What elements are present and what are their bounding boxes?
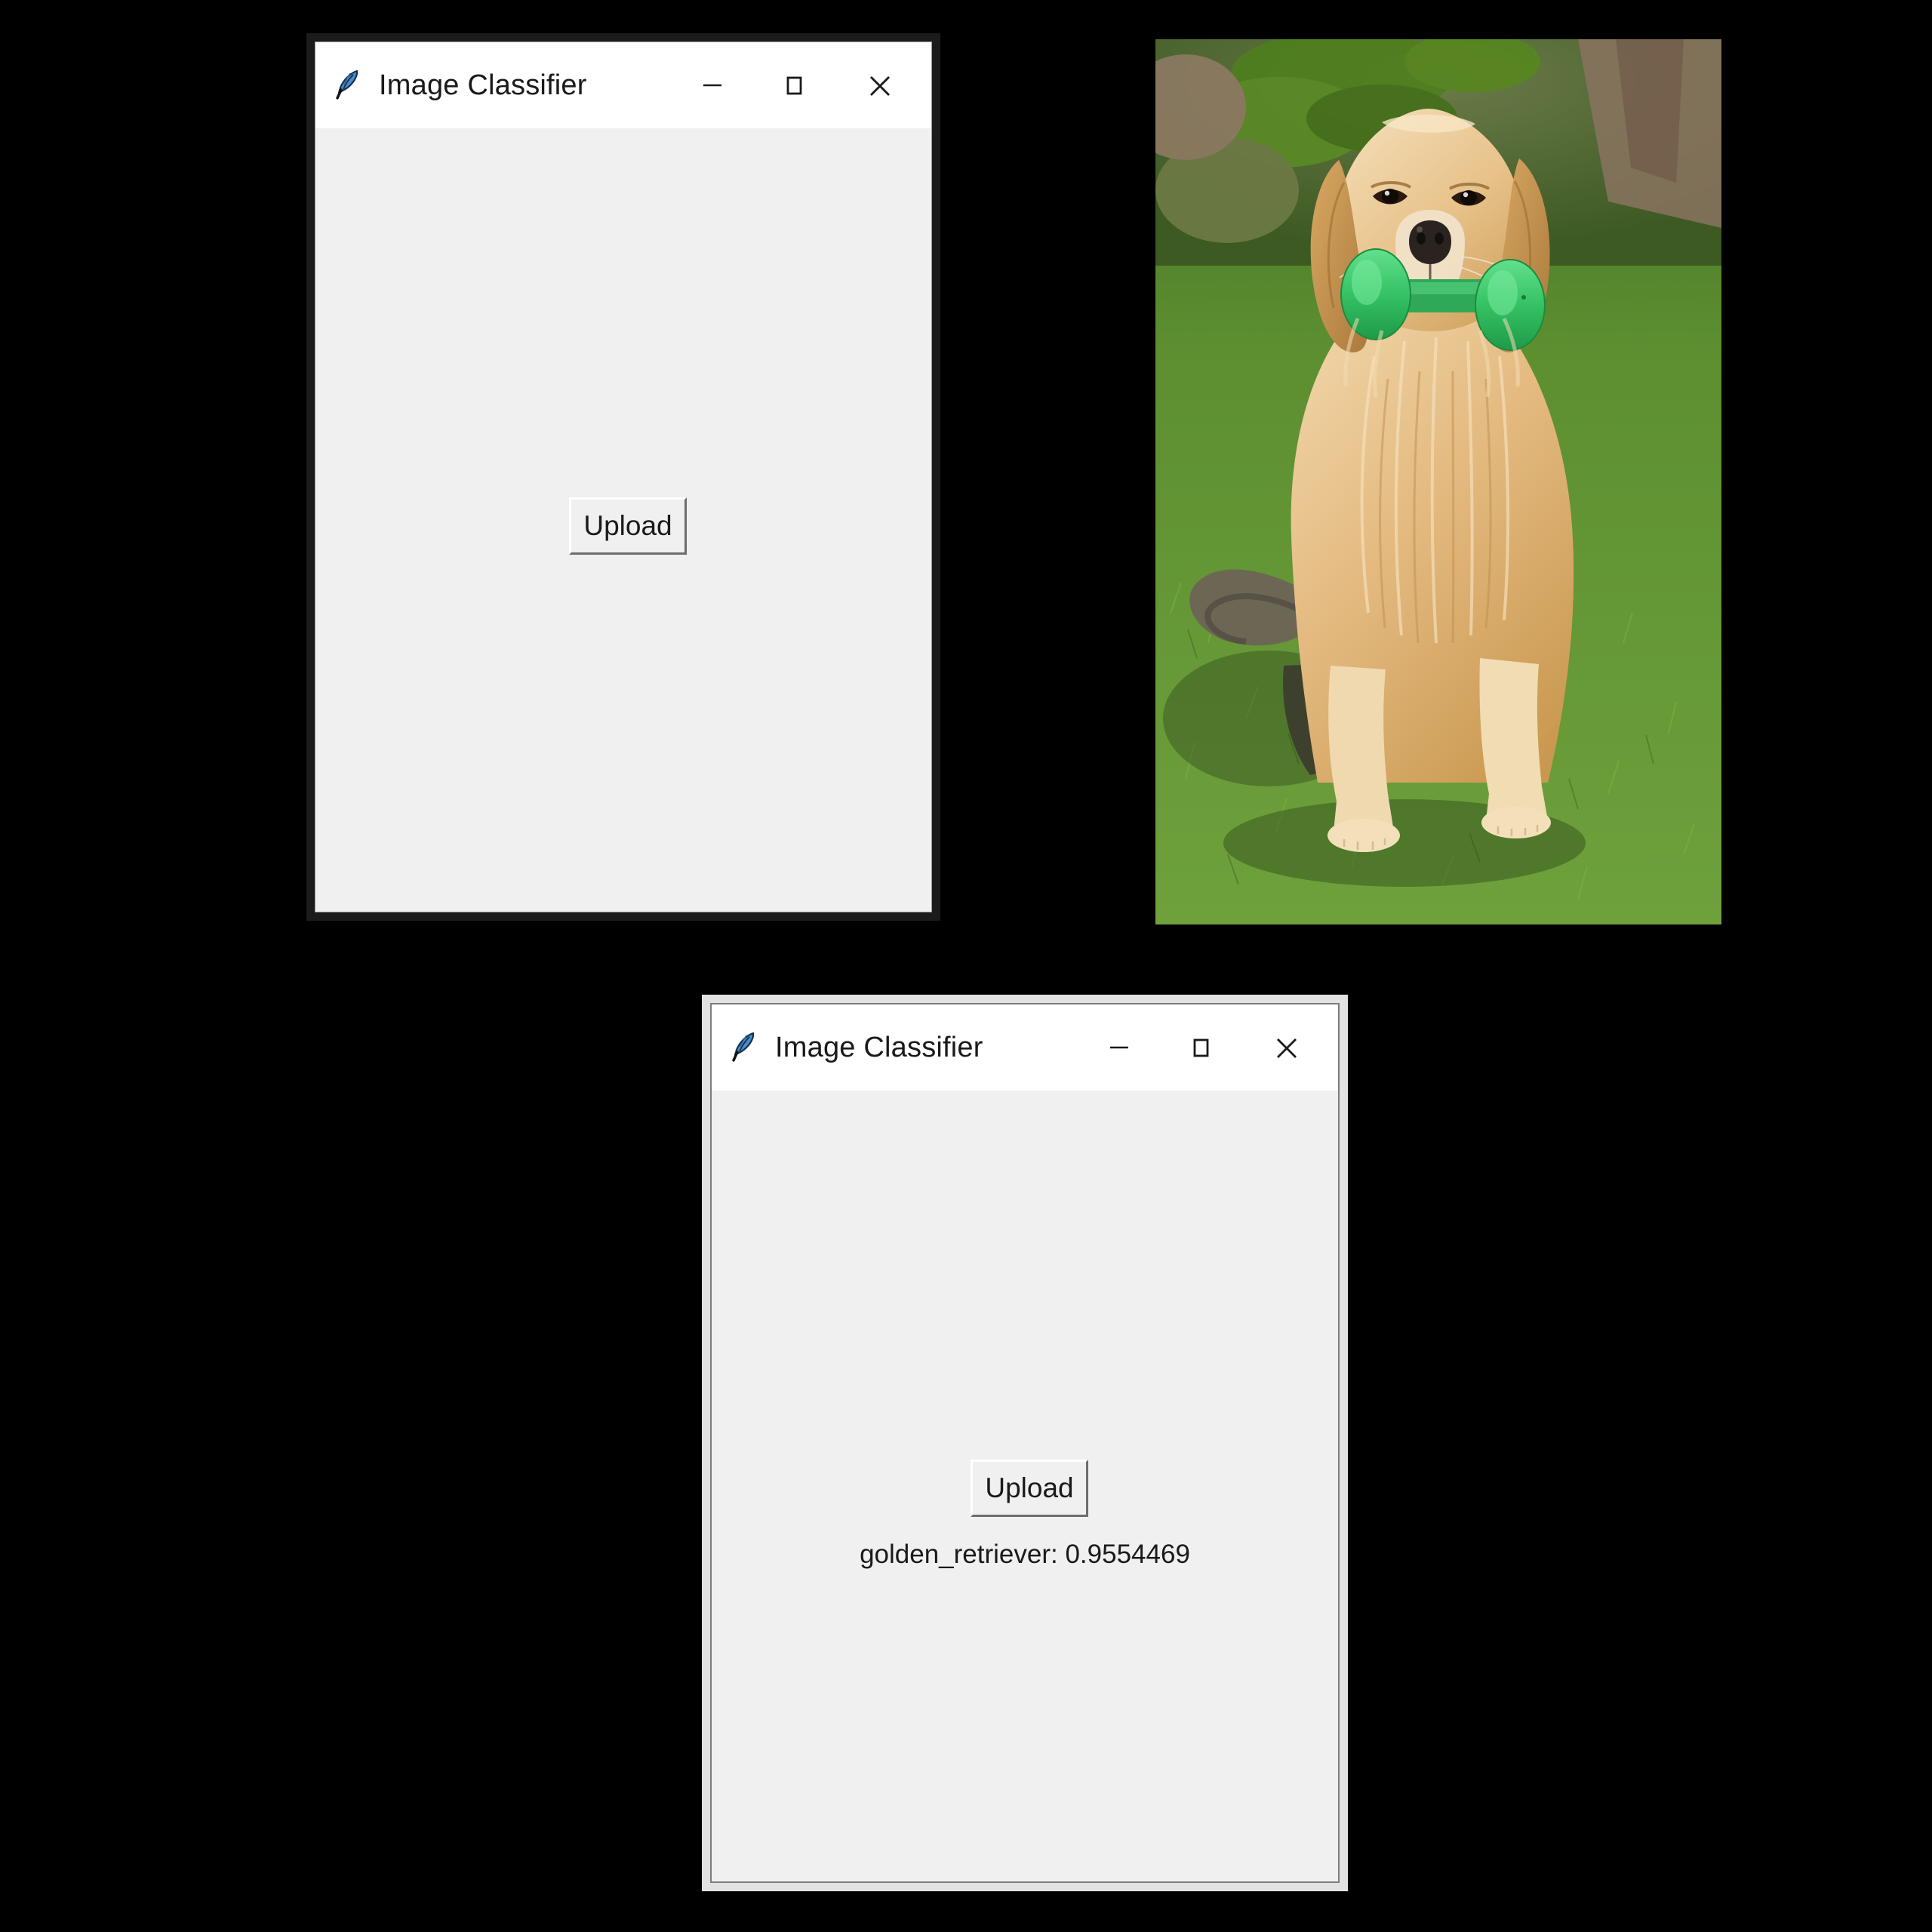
minimize-icon[interactable] xyxy=(1078,1004,1160,1091)
maximize-icon[interactable] xyxy=(1160,1004,1241,1091)
title-bar[interactable]: Image Classifier xyxy=(315,42,931,128)
maximize-icon[interactable] xyxy=(753,42,835,128)
close-icon[interactable] xyxy=(835,42,925,128)
window-title: Image Classifier xyxy=(775,1031,983,1063)
upload-button[interactable]: Upload xyxy=(971,1460,1088,1517)
window-inner-frame: Image Classifier xyxy=(315,42,932,912)
window-inner-frame: Image Classifier xyxy=(710,1003,1340,1883)
tk-feather-icon xyxy=(334,67,364,104)
window-controls xyxy=(1078,1004,1332,1091)
tk-feather-icon xyxy=(730,1029,760,1066)
window-title: Image Classifier xyxy=(379,69,587,101)
golden-retriever-photo xyxy=(1155,39,1721,924)
client-area: Upload xyxy=(315,128,931,912)
prediction-result-label: golden_retriever: 0.9554469 xyxy=(860,1540,1190,1569)
client-area: Upload golden_retriever: 0.9554469 xyxy=(712,1091,1338,1881)
minimize-icon[interactable] xyxy=(672,42,753,128)
image-classifier-window-after[interactable]: Image Classifier Upload golden_retriever… xyxy=(702,995,1348,1891)
title-bar[interactable]: Image Classifier xyxy=(712,1004,1338,1091)
window-controls xyxy=(672,42,925,128)
close-icon[interactable] xyxy=(1241,1004,1332,1091)
upload-button[interactable]: Upload xyxy=(569,497,687,555)
image-classifier-window-before[interactable]: Image Classifier Upload xyxy=(306,33,940,921)
photo-artwork xyxy=(1155,39,1721,924)
